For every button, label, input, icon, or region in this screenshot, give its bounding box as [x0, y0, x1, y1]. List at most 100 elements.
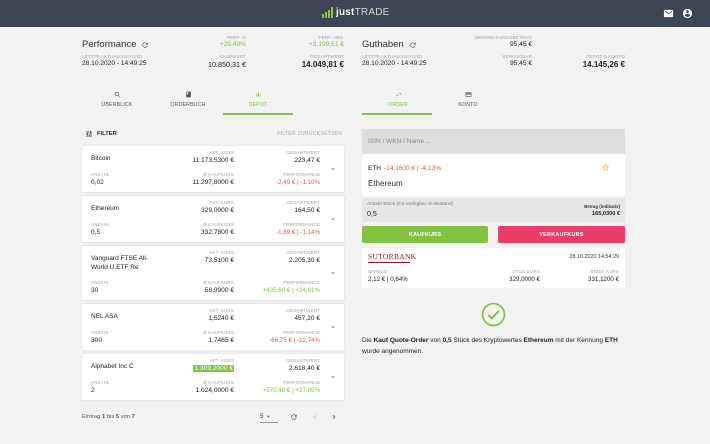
order-confirmation-message: Die Kauf Quote-Order von 0,5 Stück des K… [362, 337, 618, 355]
kaufkurs-label: Ø KAUFKURS [203, 330, 234, 335]
kaufkurs-label: Ø KAUFKURS [203, 222, 234, 227]
swap-icon [395, 92, 401, 97]
chevron-down-icon[interactable] [330, 324, 336, 330]
tune-icon[interactable] [85, 130, 93, 138]
mail-icon[interactable] [663, 8, 674, 19]
performance-last-update: 28.10.2020 - 14:49:25 [82, 60, 147, 67]
tab-konto[interactable]: KONTO [450, 91, 486, 108]
asset-box: ETH -14,1600 € | -4,13% Ethereum [362, 154, 625, 196]
justtrade-logo[interactable]: justTRADE [322, 7, 390, 18]
performance-label: PERFORMANCE [283, 280, 320, 285]
asset-name: Ethereum [368, 179, 403, 188]
kaufkurs-value: 1,7465 € [208, 337, 234, 344]
kaufkurs-value: 332,7800 € [200, 229, 234, 236]
performance-label: PERFORMANCE [283, 222, 320, 227]
performance-value: -2,49 € | -1,10% [276, 179, 320, 186]
akt-kurs-label: AKT. KURS [209, 250, 234, 255]
geld-kurs-label: GELD KURS [512, 269, 540, 274]
star-outline-icon[interactable] [601, 163, 610, 172]
kaufwert-value: 10.850,31 € [208, 60, 246, 69]
anzahl-value: 0,02 [91, 179, 104, 186]
geld-kurs-value: 329,0000 € [509, 276, 540, 283]
anzahl-label: ANZAHL [91, 330, 110, 335]
performance-value: +435,60 € | +24,61% [262, 287, 320, 294]
performance-value: -66,75 € | -12,74% [269, 337, 320, 344]
logo-text: justTRADE [336, 7, 390, 18]
perf-abs-value: +3.199,51 € [308, 41, 344, 48]
gesamtwert-label: GESAMTWERT [310, 54, 344, 59]
betrag-label: Betrag (indikativ) [584, 204, 620, 209]
credit-card-icon [465, 92, 471, 97]
anzahl-value: 30 [91, 287, 99, 294]
position-card[interactable]: Vanguard FTSE All-World U.ETF Re ANZAHL … [82, 246, 344, 300]
tab-ueberblick[interactable]: ÜBERBLICK [96, 91, 138, 108]
performance-value: +570,40 € | +27,85% [262, 387, 320, 394]
performance-title: Performance [82, 39, 149, 50]
verfuegbar-label: VERFÜGBAR [502, 54, 532, 59]
pagination-info: Eintrag 1 bis 5 von 7 [82, 414, 135, 420]
filter-bar: FILTER FILTER ZURÜCKSETZEN [82, 128, 344, 140]
sutorbank-logo: SUTORBANK [368, 252, 417, 263]
refresh-icon[interactable] [141, 41, 149, 49]
bar-chart-icon [255, 92, 261, 97]
performance-label: PERFORMANCE [283, 380, 320, 385]
perf-pct-label: PERF. % [226, 35, 246, 40]
chevron-down-icon[interactable] [330, 270, 336, 276]
tab-depot[interactable]: DEPOT [240, 91, 276, 108]
check-circle-icon [481, 302, 506, 327]
akt-kurs-label: AKT. KURS [209, 308, 234, 313]
asset-symbol: ETH [368, 165, 381, 172]
search-icon [114, 91, 120, 97]
next-page-icon[interactable] [330, 413, 338, 421]
kaufkurs-value: 1.024,0000 € [195, 387, 234, 394]
top-bar: justTRADE [0, 0, 710, 27]
brief-kurs-value: 331,1200 € [588, 276, 619, 283]
anzahl-label: ANZAHL [91, 380, 110, 385]
quantity-value[interactable]: 0,5 [367, 211, 377, 218]
ueberweisung-label: ÜBERWEISUNGSBETRAG [473, 35, 532, 40]
anzahl-label: ANZAHL [91, 280, 110, 285]
prev-page-icon[interactable] [311, 413, 319, 421]
spread-value: 2,12 € | 0,64% [368, 276, 408, 283]
performance-value: -1,89 € | -1,14% [276, 229, 320, 236]
depot-konto-label: DEPOT & KONTO [586, 54, 625, 59]
position-card[interactable]: Bitcoin ANZAHL 0,02 AKT. KURS 11.173,530… [82, 146, 344, 192]
asset-change: -14,1600 € | -4,13% [384, 165, 441, 172]
kaufkurs-label: Ø KAUFKURS [203, 172, 234, 177]
quantity-field[interactable]: Anzahl Stück (0,5 verfügbar im Bestand) … [362, 198, 625, 222]
account-circle-icon[interactable] [682, 8, 693, 19]
gesamtwert-label: GESAMTWERT [286, 150, 320, 155]
gesamtwert-value: 164,50 € [294, 207, 320, 214]
chevron-down-icon[interactable] [330, 166, 336, 172]
position-name: Bitcoin [91, 155, 111, 162]
position-name: Ethereum [91, 205, 120, 212]
position-card[interactable]: Ethereum ANZAHL 0,5 AKT. KURS 329,0000 €… [82, 196, 344, 242]
anzahl-value: 300 [91, 337, 103, 344]
akt-kurs-label: AKT. KURS [209, 358, 234, 363]
tab-order-underline [362, 113, 432, 115]
anzahl-label: ANZAHL [91, 222, 110, 227]
filter-label[interactable]: FILTER [97, 131, 117, 137]
tab-order[interactable]: ORDER [380, 91, 416, 108]
anzahl-value: 2 [91, 387, 95, 394]
filter-reset-button[interactable]: FILTER ZURÜCKSETZEN [277, 131, 342, 137]
chevron-down-icon[interactable] [330, 216, 336, 222]
gesamtwert-value: 2.205,30 € [288, 257, 320, 264]
gesamtwert-label: GESAMTWERT [286, 308, 320, 313]
position-card[interactable]: Alphabet Inc C ANZAHL 2 AKT. KURS 1.309,… [82, 354, 344, 400]
position-card[interactable]: NEL ASA ANZAHL 300 AKT. KURS 1,5240 € Ø … [82, 304, 344, 350]
book-icon [185, 91, 191, 98]
chevron-down-icon[interactable] [330, 374, 336, 380]
isin-search-input[interactable]: ISIN / WKN / Name ... [362, 129, 625, 154]
guthaben-last-update: 28.10.2020 - 14:49:25 [362, 60, 427, 67]
akt-kurs-value: 11.173,5300 € [192, 157, 234, 164]
position-name: Vanguard FTSE All-World U.ETF Re [91, 255, 148, 271]
page-size-select[interactable]: 5 ▼ [260, 411, 278, 423]
gesamtwert-value: 2.618,40 € [288, 365, 320, 372]
reload-icon[interactable] [290, 413, 298, 421]
refresh-icon[interactable] [409, 41, 417, 49]
verkaufkurs-button[interactable]: VERKAUFKURS [498, 226, 625, 243]
tab-orderbuch[interactable]: ORDERBUCH [164, 91, 212, 108]
gesamtwert-label: GESAMTWERT [286, 200, 320, 205]
kaufkurs-button[interactable]: KAUFKURS [362, 226, 488, 243]
